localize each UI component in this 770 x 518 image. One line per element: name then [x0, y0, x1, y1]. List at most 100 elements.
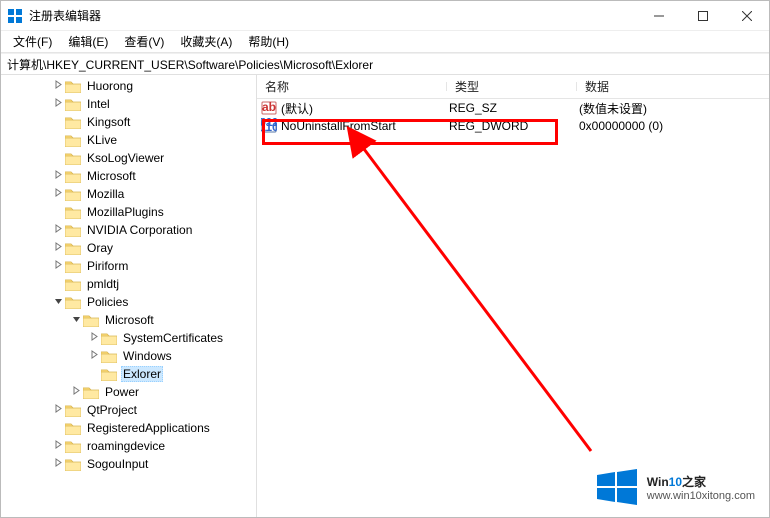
tree-node[interactable]: SystemCertificates [1, 329, 256, 347]
tree-node[interactable]: Huorong [1, 77, 256, 95]
tree-label: pmldtj [85, 277, 121, 291]
address-path: 计算机\HKEY_CURRENT_USER\Software\Policies\… [7, 56, 373, 73]
expand-icon[interactable] [51, 80, 65, 92]
menu-bar: 文件(F) 编辑(E) 查看(V) 收藏夹(A) 帮助(H) [1, 31, 769, 53]
expand-icon[interactable] [51, 404, 65, 416]
tree-node[interactable]: KsoLogViewer [1, 149, 256, 167]
tree-label: Kingsoft [85, 115, 132, 129]
tree-node[interactable]: Exlorer [1, 365, 256, 383]
tree-label: SystemCertificates [121, 331, 225, 345]
column-headers: 名称 类型 数据 [257, 75, 769, 99]
tree-node[interactable]: RegisteredApplications [1, 419, 256, 437]
menu-view[interactable]: 查看(V) [116, 31, 172, 52]
expand-icon[interactable] [69, 314, 83, 326]
menu-file[interactable]: 文件(F) [5, 31, 60, 52]
tree-node[interactable]: Microsoft [1, 167, 256, 185]
tree-node[interactable]: Power [1, 383, 256, 401]
value-icon: ab [261, 100, 277, 116]
column-type[interactable]: 类型 [447, 78, 577, 95]
tree-label: Windows [121, 349, 174, 363]
address-bar[interactable]: 计算机\HKEY_CURRENT_USER\Software\Policies\… [1, 53, 769, 75]
value-type: REG_DWORD [449, 119, 579, 133]
list-row[interactable]: 011110 NoUninstallFromStartREG_DWORD0x000… [257, 117, 769, 135]
list-panel: 名称 类型 数据 ab(默认)REG_SZ(数值未设置)011110NoUnin… [257, 75, 769, 517]
expand-icon[interactable] [51, 260, 65, 272]
tree-label: Mozilla [85, 187, 126, 201]
title-bar: 注册表编辑器 [1, 1, 769, 31]
folder-icon [65, 422, 81, 435]
folder-icon [65, 206, 81, 219]
tree-label: roamingdevice [85, 439, 167, 453]
list-row[interactable]: ab(默认)REG_SZ(数值未设置) [257, 99, 769, 117]
folder-icon [65, 98, 81, 111]
tree-node[interactable]: Windows [1, 347, 256, 365]
tree-node[interactable]: pmldtj [1, 275, 256, 293]
tree-node[interactable]: SogouInput [1, 455, 256, 473]
expand-icon[interactable] [69, 386, 83, 398]
expand-icon[interactable] [87, 350, 101, 362]
expand-icon[interactable] [51, 296, 65, 308]
tree-label: Exlorer [121, 366, 163, 382]
folder-icon [101, 350, 117, 363]
column-data[interactable]: 数据 [577, 78, 769, 95]
expand-icon[interactable] [51, 224, 65, 236]
tree-label: QtProject [85, 403, 139, 417]
expand-icon[interactable] [51, 440, 65, 452]
expand-icon[interactable] [51, 98, 65, 110]
menu-edit[interactable]: 编辑(E) [60, 31, 116, 52]
value-name: NoUninstallFromStart [281, 119, 449, 133]
folder-icon [65, 278, 81, 291]
tree-label: SogouInput [85, 457, 150, 471]
tree-label: Piriform [85, 259, 130, 273]
folder-icon [65, 404, 81, 417]
svg-text:110: 110 [261, 120, 277, 134]
folder-icon [65, 188, 81, 201]
value-icon: 011110 [261, 118, 277, 134]
tree-node[interactable]: QtProject [1, 401, 256, 419]
value-data: 0x00000000 (0) [579, 119, 769, 133]
tree-node[interactable]: NVIDIA Corporation [1, 221, 256, 239]
tree-node[interactable]: roamingdevice [1, 437, 256, 455]
value-name: (默认) [281, 100, 449, 117]
watermark-text-1b: 10 [669, 475, 682, 489]
folder-icon [83, 386, 99, 399]
close-button[interactable] [725, 1, 769, 31]
tree-label: Microsoft [85, 169, 138, 183]
tree-node[interactable]: KLive [1, 131, 256, 149]
column-name[interactable]: 名称 [257, 78, 447, 95]
tree-node[interactable]: MozillaPlugins [1, 203, 256, 221]
tree-label: NVIDIA Corporation [85, 223, 194, 237]
expand-icon[interactable] [51, 188, 65, 200]
value-data: (数值未设置) [579, 100, 769, 117]
folder-icon [65, 242, 81, 255]
tree-node[interactable]: Intel [1, 95, 256, 113]
tree-label: Microsoft [103, 313, 156, 327]
folder-icon [65, 170, 81, 183]
tree-node[interactable]: Piriform [1, 257, 256, 275]
folder-icon [65, 134, 81, 147]
folder-icon [65, 80, 81, 93]
expand-icon[interactable] [51, 458, 65, 470]
tree-node[interactable]: Mozilla [1, 185, 256, 203]
tree-panel[interactable]: HuorongIntel Kingsoft KLive KsoLogViewer Mic… [1, 75, 257, 517]
tree-label: Power [103, 385, 141, 399]
watermark: Win10之家 www.win10xitong.com [595, 465, 755, 509]
tree-label: Oray [85, 241, 115, 255]
svg-text:ab: ab [262, 100, 276, 114]
tree-label: KsoLogViewer [85, 151, 166, 165]
menu-favorites[interactable]: 收藏夹(A) [172, 31, 240, 52]
window-controls [637, 1, 769, 31]
tree-node[interactable]: Oray [1, 239, 256, 257]
maximize-button[interactable] [681, 1, 725, 31]
expand-icon[interactable] [51, 170, 65, 182]
tree-node[interactable]: Policies [1, 293, 256, 311]
tree-label: KLive [85, 133, 119, 147]
folder-icon [101, 332, 117, 345]
tree-node[interactable]: Kingsoft [1, 113, 256, 131]
expand-icon[interactable] [87, 332, 101, 344]
watermark-url: www.win10xitong.com [647, 490, 755, 502]
minimize-button[interactable] [637, 1, 681, 31]
tree-node[interactable]: Microsoft [1, 311, 256, 329]
expand-icon[interactable] [51, 242, 65, 254]
menu-help[interactable]: 帮助(H) [240, 31, 297, 52]
